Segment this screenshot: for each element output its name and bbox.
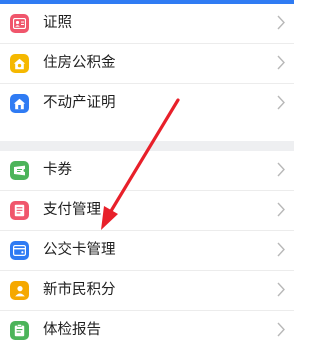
menu-label: 住房公积金 xyxy=(43,55,116,71)
chevron-right-icon xyxy=(277,202,285,217)
chevron-right-icon xyxy=(277,282,285,297)
house-fund-icon xyxy=(10,54,29,73)
menu-label: 支付管理 xyxy=(43,202,101,218)
menu-row-new-citizen-points[interactable]: 新市民积分 xyxy=(0,271,294,311)
menu-label: 不动产证明 xyxy=(43,95,116,111)
chevron-right-icon xyxy=(277,242,285,257)
chevron-right-icon xyxy=(277,15,285,30)
section-divider xyxy=(0,141,294,151)
menu-row-housing-fund[interactable]: 住房公积金 xyxy=(0,44,294,84)
person-icon xyxy=(10,281,29,300)
chevron-right-icon xyxy=(277,322,285,337)
menu-row-coupons[interactable]: 卡券 xyxy=(0,151,294,191)
report-icon xyxy=(10,321,29,340)
menu-label: 体检报告 xyxy=(43,322,101,338)
wallet-card-icon xyxy=(10,241,29,260)
menu-row-certificates[interactable]: 证照 xyxy=(0,4,294,44)
menu-label: 公交卡管理 xyxy=(43,242,116,258)
services-group-1: 证照 住房公积金 不动产证明 xyxy=(0,4,294,123)
ticket-icon xyxy=(10,161,29,180)
chevron-right-icon xyxy=(277,162,285,177)
menu-label: 卡券 xyxy=(43,162,72,178)
id-card-icon xyxy=(10,14,29,33)
menu-row-payment-management[interactable]: 支付管理 xyxy=(0,191,294,231)
chevron-right-icon xyxy=(277,55,285,70)
chevron-right-icon xyxy=(277,95,285,110)
document-icon xyxy=(10,201,29,220)
home-icon xyxy=(10,94,29,113)
menu-row-health-report[interactable]: 体检报告 xyxy=(0,311,294,350)
services-group-2: 卡券 支付管理 公交卡管理 新市民积分 体检报告 xyxy=(0,151,294,350)
menu-label: 新市民积分 xyxy=(43,282,116,298)
menu-row-real-estate[interactable]: 不动产证明 xyxy=(0,84,294,123)
menu-row-bus-card[interactable]: 公交卡管理 xyxy=(0,231,294,271)
menu-label: 证照 xyxy=(43,15,72,31)
